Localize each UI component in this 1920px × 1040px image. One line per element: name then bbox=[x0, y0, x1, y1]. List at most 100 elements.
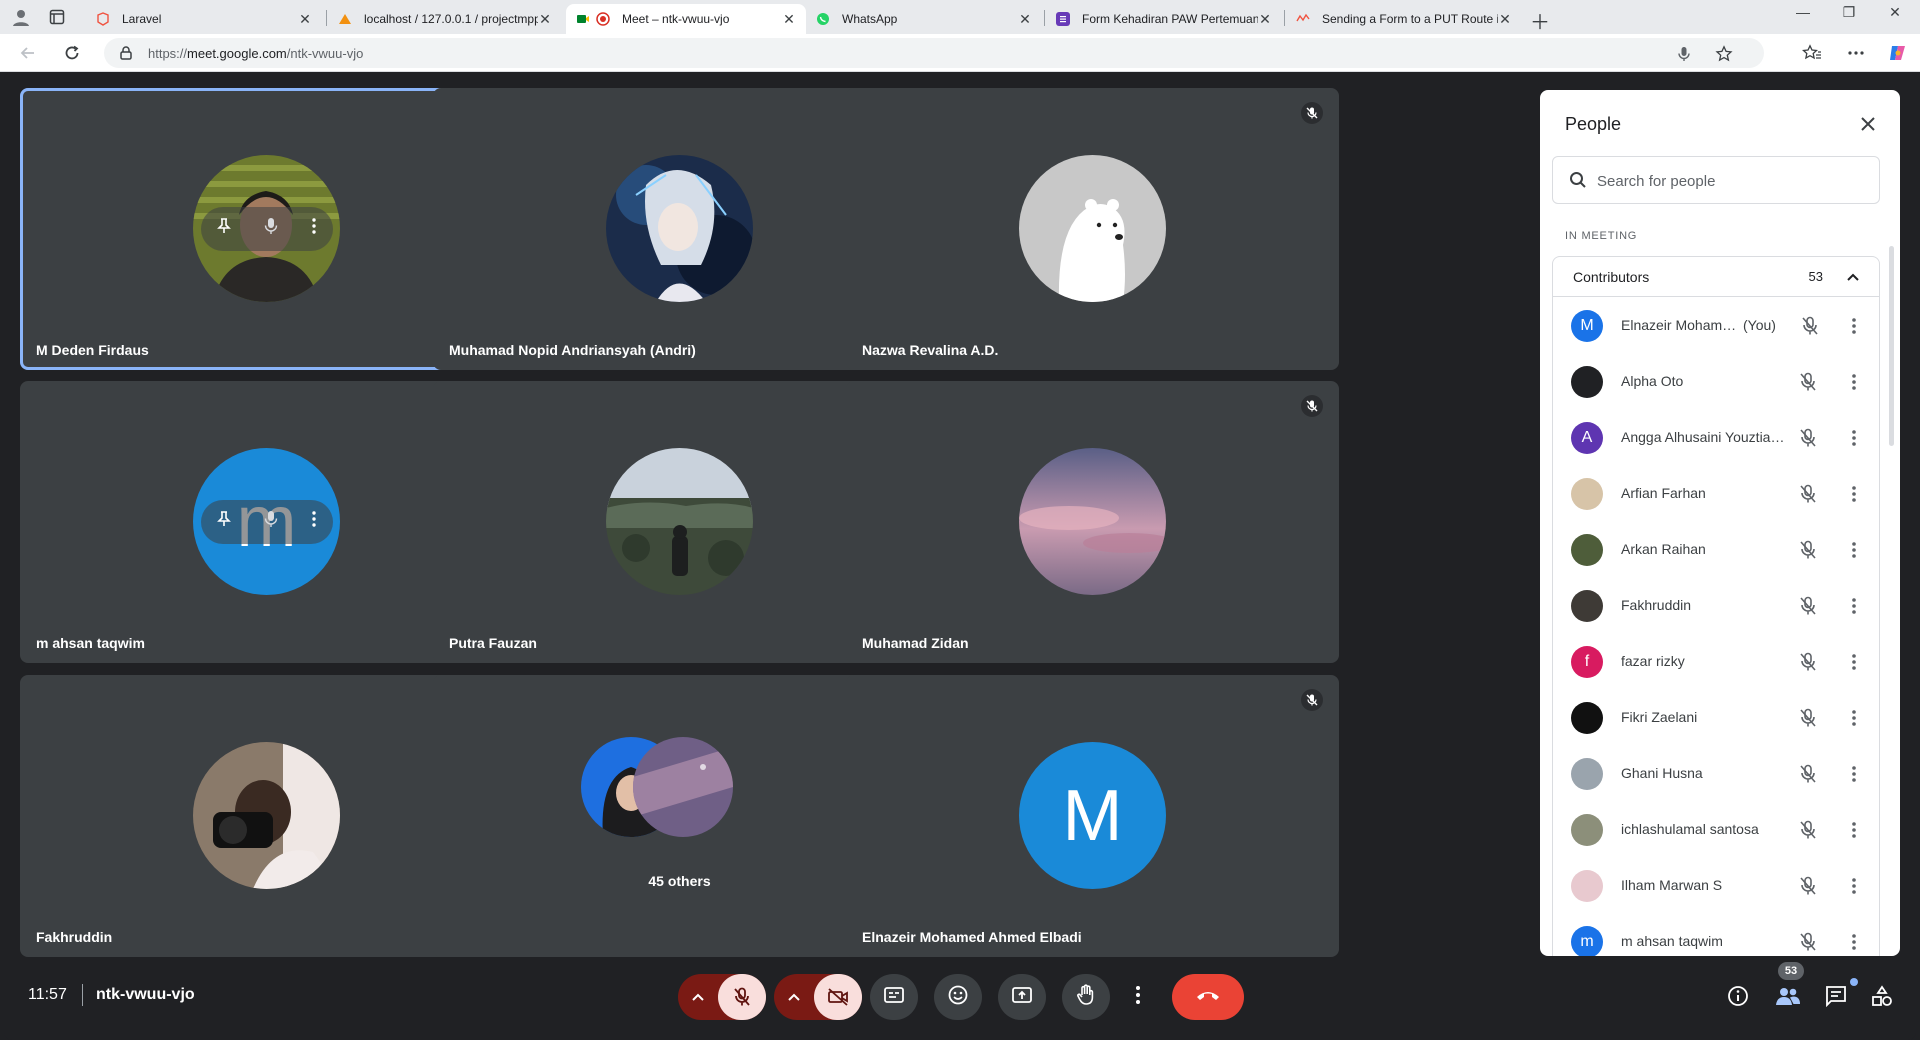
tab-google-form[interactable]: Form Kehadiran PAW Pertemuan ✕ bbox=[1046, 4, 1282, 34]
activities-icon[interactable] bbox=[1868, 982, 1896, 1010]
participant-row[interactable]: Alpha Oto bbox=[1553, 354, 1879, 410]
tab-laravel-docs[interactable]: Sending a Form to a PUT Route in ✕ bbox=[1286, 4, 1522, 34]
mic-off-icon[interactable] bbox=[1797, 763, 1819, 785]
captions-button[interactable] bbox=[870, 974, 918, 1020]
close-icon[interactable] bbox=[1856, 112, 1880, 136]
participant-row[interactable]: Ilham Marwan S bbox=[1553, 858, 1879, 914]
mic-off-icon[interactable] bbox=[1797, 819, 1819, 841]
avatar: M bbox=[1571, 310, 1603, 342]
mic-off-icon[interactable] bbox=[1797, 707, 1819, 729]
tab-phpmyadmin[interactable]: localhost / 127.0.0.1 / projectmpp ✕ bbox=[328, 4, 562, 34]
scrollbar[interactable] bbox=[1889, 246, 1894, 446]
avatar: A bbox=[1571, 422, 1603, 454]
tab-divider bbox=[326, 10, 327, 26]
restore-icon[interactable]: ❐ bbox=[1826, 4, 1872, 21]
meeting-details-icon[interactable] bbox=[1724, 982, 1752, 1010]
participant-row[interactable]: Arfian Farhan bbox=[1553, 466, 1879, 522]
favorites-icon[interactable] bbox=[1800, 42, 1824, 64]
mic-off-toggle-icon[interactable] bbox=[718, 974, 766, 1020]
microphone-icon[interactable] bbox=[1674, 44, 1694, 64]
back-icon[interactable] bbox=[16, 42, 40, 64]
mic-off-icon[interactable] bbox=[1797, 595, 1819, 617]
participant-name: Fikri Zaelani bbox=[1621, 709, 1698, 725]
participant-name: m ahsan taqwim bbox=[1621, 933, 1723, 949]
tab-whatsapp[interactable]: WhatsApp ✕ bbox=[806, 4, 1042, 34]
more-vert-icon[interactable] bbox=[1843, 371, 1865, 393]
participant-tile[interactable]: Muhamad Zidan bbox=[846, 381, 1339, 663]
participant-row[interactable]: Ghani Husna bbox=[1553, 746, 1879, 802]
reactions-button[interactable] bbox=[934, 974, 982, 1020]
pin-icon[interactable] bbox=[217, 218, 232, 239]
more-vert-icon[interactable] bbox=[1843, 819, 1865, 841]
tab-meet[interactable]: Meet – ntk-vwuu-vjo ✕ bbox=[566, 4, 806, 34]
mic-off-icon[interactable] bbox=[1797, 539, 1819, 561]
participant-row[interactable]: A Angga Alhusaini Youztiansyah bbox=[1553, 410, 1879, 466]
close-tab-icon[interactable]: ✕ bbox=[1018, 11, 1032, 28]
tab-actions-icon[interactable] bbox=[44, 5, 70, 29]
more-vert-icon[interactable] bbox=[1843, 427, 1865, 449]
leave-call-button[interactable] bbox=[1172, 974, 1244, 1020]
mute-participant-icon[interactable] bbox=[264, 217, 278, 240]
more-vert-icon[interactable] bbox=[1843, 763, 1865, 785]
video-options-chevron-icon[interactable] bbox=[774, 974, 814, 1020]
tab-label: Meet – ntk-vwuu-vjo bbox=[622, 12, 730, 26]
close-tab-icon[interactable]: ✕ bbox=[1498, 11, 1512, 28]
menu-dots-icon[interactable] bbox=[1844, 42, 1868, 64]
mic-off-icon[interactable] bbox=[1797, 931, 1819, 953]
participant-row[interactable]: m m ahsan taqwim bbox=[1553, 914, 1879, 956]
mute-participant-icon[interactable] bbox=[264, 510, 278, 533]
close-tab-icon[interactable]: ✕ bbox=[782, 11, 796, 28]
more-options-button[interactable] bbox=[1126, 974, 1150, 1020]
more-options-icon[interactable] bbox=[312, 218, 316, 239]
mic-off-icon[interactable] bbox=[1799, 315, 1821, 337]
participant-name: Elnazeir Mohamed Ahmed Elbadi bbox=[862, 929, 1082, 945]
mic-off-icon[interactable] bbox=[1797, 427, 1819, 449]
people-icon[interactable] bbox=[1774, 982, 1802, 1010]
pin-icon[interactable] bbox=[217, 511, 232, 532]
close-window-icon[interactable]: ✕ bbox=[1872, 4, 1918, 21]
participant-row[interactable]: Arkan Raihan bbox=[1553, 522, 1879, 578]
participant-tile[interactable]: M Elnazeir Mohamed Ahmed Elbadi bbox=[846, 675, 1339, 957]
participant-row[interactable]: M Elnazeir Mohamed Ahmed Elbadi(You) bbox=[1553, 298, 1879, 354]
search-input[interactable] bbox=[1597, 169, 1867, 193]
copilot-icon[interactable] bbox=[1886, 42, 1910, 64]
more-vert-icon[interactable] bbox=[1843, 315, 1865, 337]
close-tab-icon[interactable]: ✕ bbox=[538, 11, 552, 28]
more-vert-icon[interactable] bbox=[1843, 595, 1865, 617]
more-options-icon[interactable] bbox=[312, 511, 316, 532]
chevron-up-icon[interactable] bbox=[1843, 267, 1863, 287]
more-vert-icon[interactable] bbox=[1843, 483, 1865, 505]
more-vert-icon[interactable] bbox=[1843, 707, 1865, 729]
participant-row[interactable]: ichlashulamal santosa bbox=[1553, 802, 1879, 858]
present-button[interactable] bbox=[998, 974, 1046, 1020]
close-tab-icon[interactable]: ✕ bbox=[298, 11, 312, 28]
more-vert-icon[interactable] bbox=[1843, 539, 1865, 561]
reload-icon[interactable] bbox=[60, 42, 84, 64]
participant-row[interactable]: f fazar rizky bbox=[1553, 634, 1879, 690]
captions-icon bbox=[884, 986, 904, 1008]
participant-row[interactable]: Fakhruddin bbox=[1553, 578, 1879, 634]
participant-tile[interactable]: Nazwa Revalina A.D. bbox=[846, 88, 1339, 370]
raise-hand-button[interactable] bbox=[1062, 974, 1110, 1020]
contributors-header[interactable]: Contributors 53 bbox=[1553, 257, 1879, 297]
bookmark-star-icon[interactable] bbox=[1714, 44, 1734, 64]
minimize-icon[interactable]: — bbox=[1780, 4, 1826, 20]
tab-laravel[interactable]: Laravel ✕ bbox=[86, 4, 322, 34]
site-info-icon[interactable] bbox=[118, 45, 134, 66]
chat-icon[interactable] bbox=[1822, 982, 1850, 1010]
audio-options-chevron-icon[interactable] bbox=[678, 974, 718, 1020]
mic-off-icon[interactable] bbox=[1797, 875, 1819, 897]
avatar-letter: M bbox=[1580, 317, 1594, 334]
close-tab-icon[interactable]: ✕ bbox=[1258, 11, 1272, 28]
mic-off-icon[interactable] bbox=[1797, 483, 1819, 505]
profile-icon[interactable] bbox=[8, 5, 34, 29]
participant-row[interactable]: Fikri Zaelani bbox=[1553, 690, 1879, 746]
mic-off-icon[interactable] bbox=[1797, 651, 1819, 673]
mic-off-icon[interactable] bbox=[1797, 371, 1819, 393]
more-vert-icon[interactable] bbox=[1843, 931, 1865, 953]
address-bar[interactable]: https://meet.google.com/ntk-vwuu-vjo bbox=[104, 38, 1764, 68]
more-vert-icon[interactable] bbox=[1843, 651, 1865, 673]
camera-off-toggle-icon[interactable] bbox=[814, 974, 862, 1020]
new-tab-icon[interactable]: ＋ bbox=[1530, 6, 1550, 35]
more-vert-icon[interactable] bbox=[1843, 875, 1865, 897]
